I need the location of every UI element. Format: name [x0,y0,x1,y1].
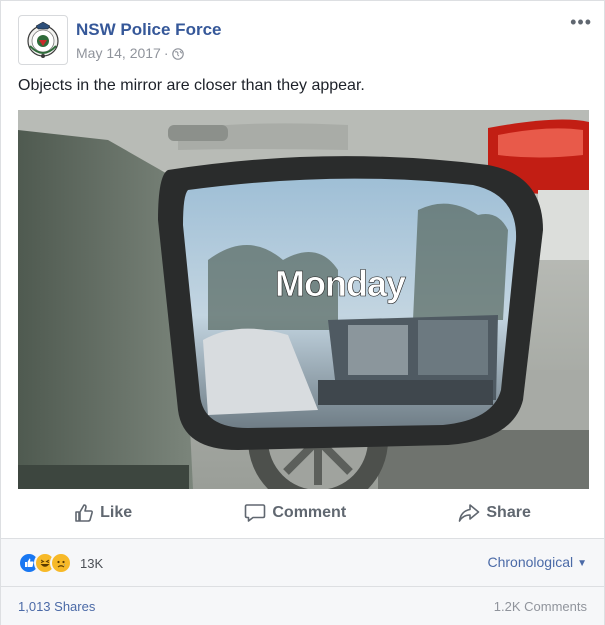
post-date[interactable]: May 14, 2017 [76,45,161,61]
post-actions: Like Comment Share [18,493,587,533]
share-label: Share [486,504,531,521]
post-card: NSW Police Force May 14, 2017 · ••• Objec… [0,0,605,625]
share-arrow-icon [459,504,480,522]
reactions-bar: 13K Chronological ▼ [1,538,604,587]
more-options-icon[interactable]: ••• [570,13,592,31]
post-header: NSW Police Force May 14, 2017 · ••• [18,13,594,67]
post-meta: May 14, 2017 · [76,45,184,61]
shares-link[interactable]: 1,013 Shares [18,599,95,614]
sort-label: Chronological [487,554,574,570]
police-badge-icon [27,21,59,58]
reactions-summary[interactable]: 13K [18,552,103,574]
thumbs-up-icon [75,504,94,522]
page-name-link[interactable]: NSW Police Force [76,20,221,40]
comment-bubble-icon [245,504,266,522]
mirror-overlay-text: Monday [275,263,406,304]
stats-bar: 1,013 Shares 1.2K Comments [1,586,604,625]
comments-link[interactable]: 1.2K Comments [494,599,587,614]
like-button[interactable]: Like [74,503,132,523]
reaction-count: 13K [80,555,104,571]
like-label: Like [100,504,133,521]
comment-button[interactable]: Comment [244,503,346,523]
sort-dropdown[interactable]: Chronological ▼ [487,554,587,570]
globe-icon[interactable] [171,48,184,60]
caret-down-icon: ▼ [577,558,587,569]
car-mirror-photo: Monday [18,110,589,489]
post-text: Objects in the mirror are closer than th… [18,77,365,94]
share-button[interactable]: Share [458,503,531,523]
meta-separator: · [163,45,169,61]
sad-reaction-icon [50,552,72,574]
page-avatar[interactable] [18,15,68,65]
comment-label: Comment [272,504,347,521]
post-image[interactable]: Monday [18,110,589,489]
